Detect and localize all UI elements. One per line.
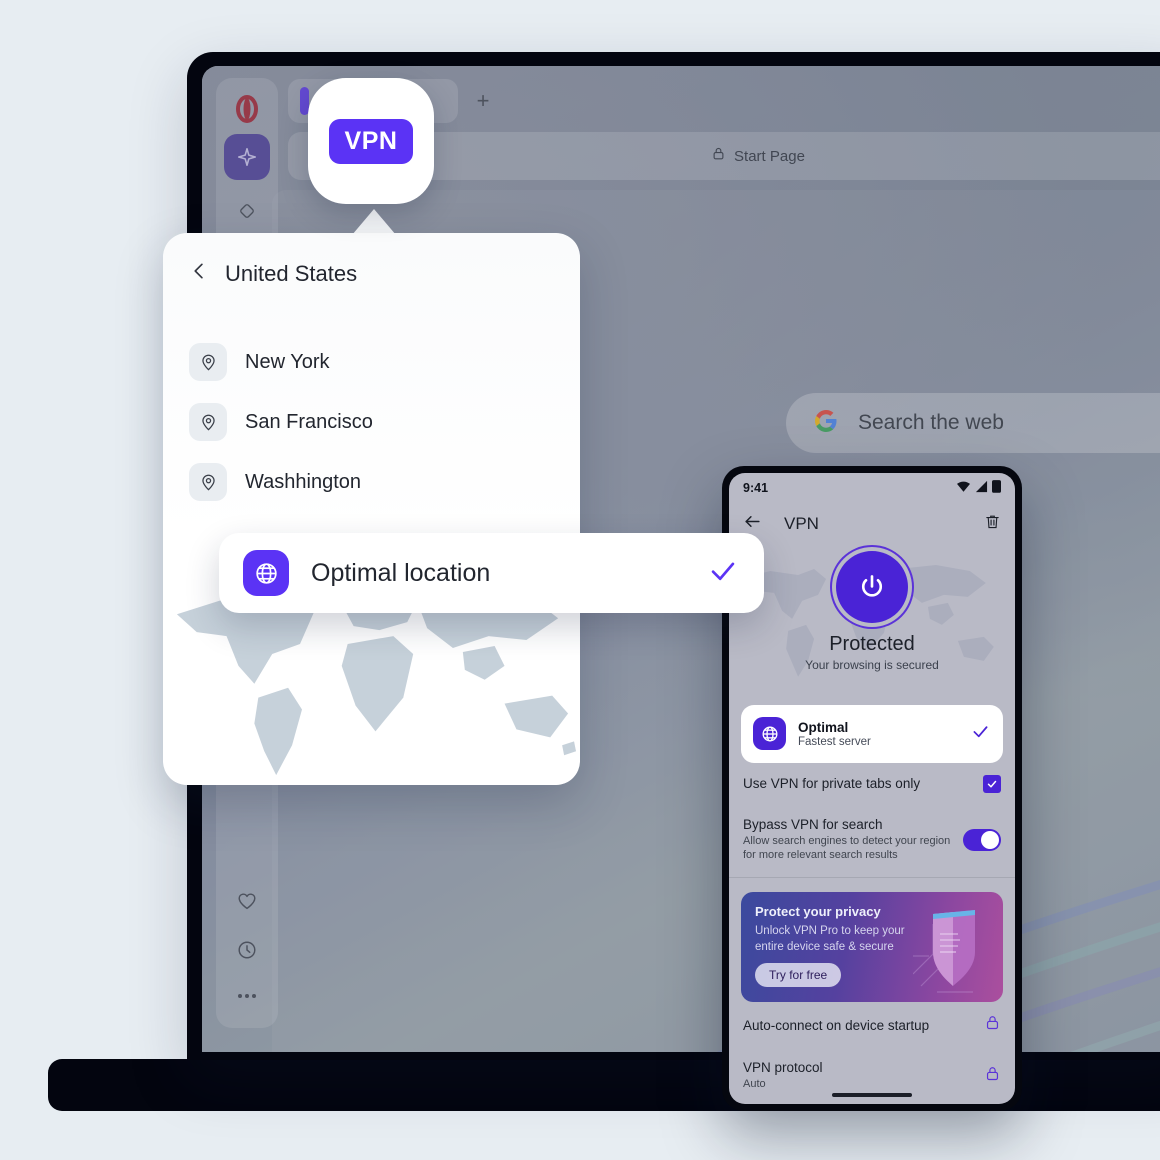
phone-app-bar[interactable]: VPN [729,503,1015,545]
phone-status-bar: 9:41 [729,473,1015,503]
server-card-title: Optimal [798,719,849,735]
lock-icon [984,1065,1001,1087]
divider [729,877,1015,879]
setting-label: Use VPN for private tabs only [743,776,921,792]
globe-icon [243,550,289,596]
setting-label: Auto-connect on device startup [743,1017,930,1033]
chevron-left-icon[interactable] [189,259,209,288]
try-for-free-button[interactable]: Try for free [755,963,842,988]
phone-title: VPN [784,513,819,533]
lock-icon [984,1014,1001,1036]
popup-header: United States [163,233,580,288]
sidebar-item-diamond[interactable] [224,188,270,234]
sidebar-item-more[interactable] [236,988,258,1006]
vpn-status-subtitle: Your browsing is secured [805,657,939,672]
vpn-status-title: Protected [829,632,915,655]
phone-server-card[interactable]: Optimal Fastest server [741,704,1003,763]
check-icon [706,554,740,593]
location-list[interactable]: New York San Francisco Washhington [163,332,580,512]
promo-body: Unlock VPN Pro to keep your entire devic… [755,925,905,954]
sidebar-item-aria[interactable] [224,134,270,180]
optimal-location-card[interactable]: Optimal location [219,533,764,613]
status-time: 9:41 [743,480,769,495]
setting-bypass-search[interactable]: Bypass VPN for search Allow search engin… [729,805,1015,876]
setting-label: VPN protocol [743,1060,823,1076]
google-g-icon [814,409,838,438]
location-pin-icon [189,463,227,501]
battery-icon [992,479,1001,496]
wifi-icon [956,480,971,496]
check-icon [970,721,991,747]
shield-icon [912,904,993,994]
lock-icon [711,146,726,166]
search-placeholder: Search the web [858,411,1004,434]
location-pin-icon [189,403,227,441]
setting-label: Bypass VPN for search [743,816,883,832]
phone-screen: 9:41 VPN Protected Your browsing is secu… [729,473,1015,1104]
search-input[interactable]: Search the web [786,393,1160,453]
server-card-subtitle: Fastest server [798,735,871,748]
checkbox[interactable] [983,774,1001,793]
setting-private-tabs[interactable]: Use VPN for private tabs only [729,763,1015,805]
address-label: Start Page [734,147,805,165]
vpn-badge[interactable]: VPN [308,78,434,204]
signal-icon [975,480,988,496]
phone-hero: Protected Your browsing is secured [729,545,1015,695]
globe-icon [753,717,786,751]
list-item[interactable]: New York [163,332,580,392]
popup-arrow [352,209,396,235]
setting-sublabel: Allow search engines to detect your regi… [743,834,951,862]
vpn-badge-label: VPN [328,118,414,164]
setting-auto-connect[interactable]: Auto-connect on device startup [729,1002,1015,1048]
vpn-location-popup: United States New York San Francisco Was… [163,233,580,785]
opera-logo-icon [230,92,264,126]
sidebar-item-favorites[interactable] [236,890,258,917]
server-card-text: Optimal Fastest server [798,720,871,748]
vpn-power-button[interactable] [836,550,908,623]
phone-device: 9:41 VPN Protected Your browsing is secu… [722,466,1022,1111]
checkbox-checked-icon [983,774,1001,793]
screenshot-canvas: + Start Page Search the web 9:41 VPN Pro… [0,0,1160,1160]
optimal-location-label: Optimal location [311,558,491,587]
new-tab-button[interactable]: + [468,86,498,116]
location-name: Washhington [245,470,361,493]
list-item[interactable]: Washhington [163,452,580,512]
list-item[interactable]: San Francisco [163,392,580,452]
location-name: New York [245,350,330,373]
trash-icon[interactable] [984,513,1001,535]
status-icons [956,479,1001,496]
sidebar-item-history[interactable] [236,939,258,966]
toggle-switch[interactable] [963,828,1001,851]
setting-sublabel: Auto [743,1078,766,1091]
address-content[interactable]: Start Page [330,146,1160,166]
popup-title: United States [225,260,358,286]
promo-banner[interactable]: Protect your privacy Unlock VPN Pro to k… [741,892,1003,1003]
home-indicator [832,1093,912,1097]
location-pin-icon [189,343,227,381]
location-name: San Francisco [245,410,373,433]
world-map-watermark [163,585,580,785]
